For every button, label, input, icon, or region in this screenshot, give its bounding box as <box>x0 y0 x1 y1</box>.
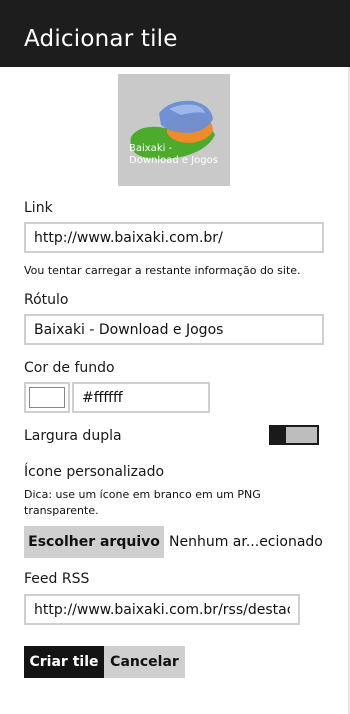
toggle-knob <box>270 426 286 444</box>
panel-header: Adicionar tile <box>0 0 350 67</box>
feed-rss-label: Feed RSS <box>24 571 90 587</box>
link-hint: Vou tentar carregar a restante informaçã… <box>24 264 301 277</box>
icone-hint: Dica: use um ícone em branco em um PNG t… <box>24 488 261 517</box>
color-swatch-preview <box>29 387 65 408</box>
tile-preview: Baixaki - Download e Jogos <box>118 74 230 186</box>
color-hex-input[interactable] <box>72 382 210 413</box>
rotulo-input[interactable] <box>24 314 324 345</box>
link-input[interactable] <box>24 222 324 253</box>
largura-dupla-label: Largura dupla <box>24 428 122 444</box>
cancel-button[interactable]: Cancelar <box>104 646 185 678</box>
choose-file-button[interactable]: Escolher arquivo <box>24 526 164 558</box>
file-status: Nenhum ar...ecionado <box>169 534 323 550</box>
link-label: Link <box>24 200 53 216</box>
create-tile-button[interactable]: Criar tile <box>24 646 104 678</box>
cor-de-fundo-label: Cor de fundo <box>24 360 115 376</box>
tile-label: Baixaki - Download e Jogos <box>129 143 218 166</box>
panel-title: Adicionar tile <box>24 26 178 52</box>
feed-rss-input[interactable] <box>24 594 300 625</box>
color-swatch[interactable] <box>24 382 70 413</box>
rotulo-label: Rótulo <box>24 292 69 308</box>
baixaki-logo-icon <box>130 100 215 160</box>
icone-label: Ícone personalizado <box>24 464 165 480</box>
largura-dupla-toggle[interactable] <box>269 425 319 445</box>
